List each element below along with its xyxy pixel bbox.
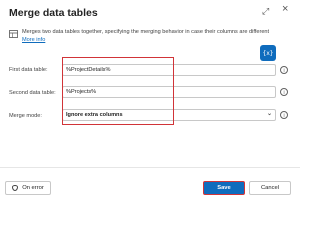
first-data-table-label: First data table: — [9, 67, 48, 73]
info-row: Merges two data tables together, specify… — [9, 29, 294, 49]
on-error-label: On error — [22, 185, 44, 191]
second-data-table-label: Second data table: — [9, 90, 56, 96]
save-button[interactable]: Save — [203, 181, 245, 195]
merge-mode-help-icon[interactable]: i — [280, 111, 288, 119]
more-info-link[interactable]: More info — [22, 37, 45, 43]
on-error-button[interactable]: On error — [5, 181, 51, 195]
info-description: Merges two data tables together, specify… — [22, 29, 270, 35]
first-data-table-help-icon[interactable]: i — [280, 66, 288, 74]
footer-divider — [0, 167, 300, 168]
fields-highlight-box — [62, 57, 174, 125]
table-icon — [9, 30, 18, 38]
expand-icon[interactable]: ⤢ — [262, 6, 269, 17]
second-data-table-help-icon[interactable]: i — [280, 88, 288, 96]
shield-icon — [12, 185, 19, 191]
dialog-title: Merge data tables — [9, 7, 98, 19]
chevron-down-icon: ⌄ — [266, 111, 272, 117]
cancel-button[interactable]: Cancel — [249, 181, 291, 195]
variable-picker-button[interactable]: {x} — [260, 45, 276, 61]
merge-mode-label: Merge mode: — [9, 113, 42, 119]
dialog-titlebar: Merge data tables ⤢ × — [0, 0, 300, 30]
close-icon[interactable]: × — [282, 3, 288, 15]
